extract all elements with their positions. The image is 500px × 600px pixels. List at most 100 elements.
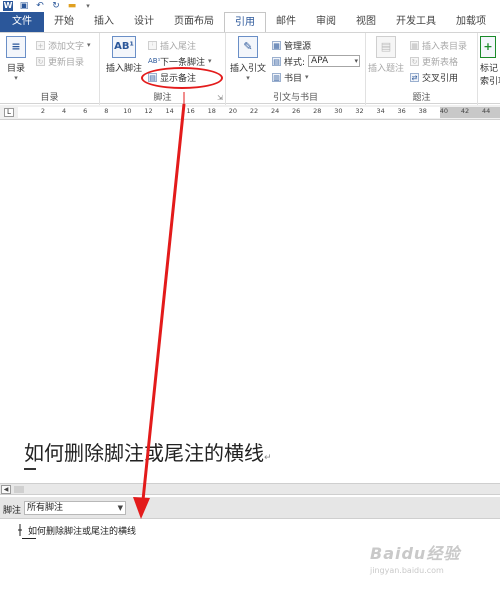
- ruler-tick-label: 12: [144, 107, 153, 115]
- insert-citation-label: 插入引文: [230, 64, 267, 74]
- ribbon-tabs: 文件 开始 插入 设计 页面布局 引用 邮件 审阅 视图 开发工具 加载项: [0, 12, 500, 32]
- footnote-ab-icon: AB¹: [112, 36, 136, 58]
- tab-file[interactable]: 文件: [0, 12, 44, 32]
- style-icon: ▤: [272, 56, 281, 66]
- mark-entry-label: 标记 索引项: [480, 64, 500, 87]
- table-of-figures-icon: ▦: [410, 40, 419, 50]
- insert-footnote-button[interactable]: AB¹ 插入脚注: [106, 36, 142, 74]
- ruler-tick-label: 34: [376, 107, 385, 115]
- toc-group-label: 目录: [40, 93, 59, 103]
- ruler-tick-label: 16: [186, 107, 195, 115]
- ruler-tick-label: 26: [292, 107, 301, 115]
- save-icon[interactable]: ▣: [19, 1, 29, 11]
- tab-review[interactable]: 审阅: [306, 12, 346, 32]
- tab-design[interactable]: 设计: [124, 12, 164, 32]
- document-area[interactable]: 如何删除脚注或尾注的横线↵: [0, 121, 500, 483]
- toc-button[interactable]: ≡ 目录 ▾: [6, 36, 26, 82]
- ruler-tick-label: 18: [207, 107, 216, 115]
- document-heading[interactable]: 如何删除脚注或尾注的横线↵: [24, 437, 272, 466]
- cross-reference-label: 交叉引用: [422, 73, 459, 84]
- redo-icon[interactable]: ↻: [51, 1, 61, 11]
- watermark-url: jingyan.baidu.com: [370, 566, 444, 575]
- insert-caption-label: 插入题注: [368, 64, 405, 74]
- update-icon: ↻: [36, 56, 45, 66]
- customize-toolbar-icon[interactable]: ▾: [83, 1, 93, 11]
- next-footnote-button[interactable]: AB¹ 下一条脚注 ▾: [148, 55, 212, 68]
- manage-sources-label: 管理源: [284, 41, 312, 52]
- chevron-down-icon: ▼: [117, 504, 123, 512]
- notes-filter-value: 所有脚注: [27, 503, 64, 513]
- tab-page-layout[interactable]: 页面布局: [164, 12, 224, 32]
- citations-group: ✎ 插入引文 ▾ ▦ 管理源 ▤ 样式: ▥ 书目 ▾ 引文与书目: [226, 33, 366, 105]
- ruler-tick-label: 6: [83, 107, 88, 115]
- manage-sources-icon: ▦: [272, 40, 281, 50]
- paragraph-mark-icon: ↵: [264, 453, 272, 463]
- ruler-tick-label: 40: [439, 107, 449, 115]
- dialog-launcher-icon[interactable]: ⇲: [217, 94, 223, 102]
- footnotes-group-label: 脚注: [153, 93, 172, 103]
- tab-home[interactable]: 开始: [44, 12, 84, 32]
- ruler-tick-label: 4: [62, 107, 67, 115]
- tab-addins[interactable]: 加载项: [446, 12, 496, 32]
- footnote-separator-line: [24, 468, 36, 470]
- citation-style-select[interactable]: APA ▾: [308, 55, 360, 67]
- tab-selector-icon[interactable]: L: [4, 108, 14, 117]
- insert-footnote-label: 插入脚注: [106, 64, 143, 74]
- quick-access-toolbar: W ▣ ↶ ↻ ▬ ▾: [0, 0, 500, 12]
- open-folder-icon[interactable]: ▬: [67, 1, 77, 11]
- ruler-tick-label: 38: [418, 107, 427, 115]
- ruler-tick-label: 36: [397, 107, 406, 115]
- chevron-down-icon: ▾: [14, 74, 18, 82]
- ruler-tick-label: 32: [355, 107, 364, 115]
- insert-table-of-figures-button[interactable]: ▦ 插入表目录: [410, 39, 468, 52]
- scrollbar-thumb[interactable]: [14, 486, 24, 493]
- horizontal-scrollbar[interactable]: ◀: [0, 483, 500, 495]
- footnote-text[interactable]: 如何删除脚注或尾注的横线: [28, 524, 136, 537]
- mark-entry-button[interactable]: + 标记 索引项: [480, 36, 500, 87]
- endnote-icon: ⁱ: [148, 40, 157, 50]
- ruler-tick-label: 14: [165, 107, 174, 115]
- tab-mailings[interactable]: 邮件: [266, 12, 306, 32]
- ruler-margin-area: [440, 107, 500, 118]
- insert-endnote-button[interactable]: ⁱ 插入尾注: [148, 39, 196, 52]
- update-toc-button[interactable]: ↻ 更新目录: [36, 55, 84, 68]
- toc-button-label: 目录: [6, 64, 25, 74]
- ruler-tick-label: 2: [40, 107, 46, 115]
- scroll-left-icon[interactable]: ◀: [1, 485, 11, 494]
- notes-pane-header: 脚注 所有脚注 ▼: [0, 497, 500, 519]
- undo-icon[interactable]: ↶: [35, 1, 45, 11]
- style-label: ▤ 样式:: [272, 55, 305, 68]
- ruler-tick-label: 30: [334, 107, 343, 115]
- baidu-watermark: Baidu经验 jingyan.baidu.com: [370, 540, 495, 590]
- insert-citation-button[interactable]: ✎ 插入引文 ▾: [230, 36, 266, 82]
- next-footnote-label: 下一条脚注: [160, 57, 206, 68]
- ruler-tick-label: 20: [228, 107, 238, 115]
- chevron-down-icon: ▾: [208, 57, 212, 65]
- ruler-tick-label: 44: [481, 107, 491, 115]
- manage-sources-button[interactable]: ▦ 管理源: [272, 39, 312, 52]
- tab-insert[interactable]: 插入: [84, 12, 124, 32]
- mark-entry-icon: +: [480, 36, 496, 58]
- insert-table-of-figures-label: 插入表目录: [422, 41, 468, 52]
- ruler-tick-label: 28: [313, 107, 322, 115]
- tab-developer[interactable]: 开发工具: [386, 12, 446, 32]
- captions-group: ▤ 插入题注 ▦ 插入表目录 ↻ 更新表格 ⇄ 交叉引用 题注: [366, 33, 478, 105]
- captions-group-label: 题注: [412, 93, 431, 103]
- tab-references[interactable]: 引用: [224, 12, 266, 32]
- tab-view[interactable]: 视图: [346, 12, 386, 32]
- citation-icon: ✎: [238, 36, 258, 58]
- notes-filter-select[interactable]: 所有脚注 ▼: [24, 501, 126, 515]
- chevron-down-icon: ▾: [246, 74, 250, 82]
- document-heading-text: 如何删除脚注或尾注的横线: [24, 441, 264, 465]
- add-text-button[interactable]: + 添加文字 ▾: [36, 39, 91, 52]
- toc-icon: ≡: [6, 36, 26, 58]
- ruler-tick-label: 8: [104, 107, 109, 115]
- update-table-button[interactable]: ↻ 更新表格: [410, 55, 458, 68]
- ruler-tick-label: 10: [123, 107, 132, 115]
- add-text-icon: +: [36, 40, 45, 50]
- cross-reference-button[interactable]: ⇄ 交叉引用: [410, 71, 459, 84]
- bibliography-button[interactable]: ▥ 书目 ▾: [272, 71, 309, 84]
- insert-caption-button[interactable]: ▤ 插入题注: [368, 36, 404, 74]
- caption-icon: ▤: [376, 36, 396, 58]
- word-logo-icon: W: [3, 1, 13, 11]
